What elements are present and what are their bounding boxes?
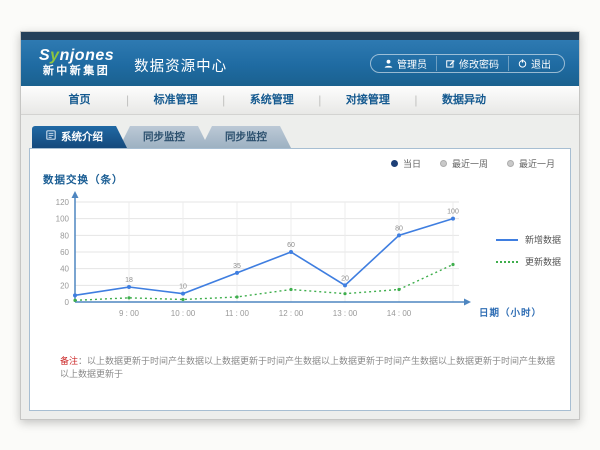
user-toolbar: 管理员 修改密码 退出 — [370, 54, 565, 73]
data-point — [451, 263, 454, 266]
x-tick-label: 11 : 00 — [225, 309, 249, 318]
data-point — [73, 299, 76, 302]
data-point-label: 35 — [233, 263, 241, 270]
radio-unselected-icon — [440, 160, 447, 167]
x-tick-label: 14 : 00 — [387, 309, 412, 318]
note-text: ：以上数据更新于时间产生数据以上数据更新于时间产生数据以上数据更新于时间产生数据… — [60, 356, 555, 379]
legend-updated-data: 更新数据 — [496, 255, 561, 268]
y-tick-label: 80 — [60, 231, 69, 240]
legend-new-data: 新增数据 — [496, 233, 561, 246]
data-point — [343, 283, 347, 287]
range-option-last-week[interactable]: 最近一周 — [440, 157, 488, 170]
data-point — [235, 295, 238, 298]
range-option-last-month[interactable]: 最近一月 — [507, 157, 555, 170]
edit-icon — [446, 59, 455, 68]
tab-label: 同步监控 — [143, 126, 185, 148]
data-point — [343, 292, 346, 295]
y-axis-arrow-icon — [72, 191, 79, 198]
app-window: Synjones 新中新集团 数据资源中心 管理员 修改密码 退出 — [20, 31, 580, 420]
logo-wordmark: Synjones — [39, 48, 114, 65]
radio-selected-icon — [391, 160, 398, 167]
window-top-strip — [21, 32, 579, 40]
solid-line-marker-icon — [496, 239, 518, 241]
x-tick-label: 13 : 00 — [333, 309, 358, 318]
legend-label: 新增数据 — [525, 233, 561, 246]
x-tick-label: 9 : 00 — [119, 309, 140, 318]
page-title: 数据资源中心 — [134, 55, 227, 76]
range-label: 最近一周 — [452, 157, 488, 170]
tab-bar: 系统介绍 同步监控 同步监控 — [32, 126, 571, 148]
tab-label: 同步监控 — [225, 126, 267, 148]
range-label: 当日 — [403, 157, 421, 170]
data-point — [73, 293, 77, 297]
current-user-button[interactable]: 管理员 — [375, 56, 436, 71]
data-exchange-line-chart: 0 20 40 60 80 100 120 9 : 00 10 : 00 11 : 00 12 : … — [43, 188, 559, 324]
chart-x-axis-title: 日期（小时） — [479, 307, 542, 319]
y-tick-label: 120 — [56, 198, 70, 207]
data-point — [451, 217, 455, 221]
logout-label: 退出 — [531, 56, 551, 71]
x-tick-label: 10 : 00 — [171, 309, 196, 318]
app-header: Synjones 新中新集团 数据资源中心 管理员 修改密码 退出 — [21, 40, 579, 86]
data-point — [289, 288, 292, 291]
logo-part: njones — [60, 47, 115, 64]
tab-system-intro[interactable]: 系统介绍 — [32, 126, 127, 148]
nav-item-system[interactable]: 系统管理 — [225, 86, 318, 115]
y-tick-label: 60 — [60, 248, 69, 257]
note-prefix: 备注 — [60, 356, 78, 366]
footer-note: 备注：以上数据更新于时间产生数据以上数据更新于时间产生数据以上数据更新于时间产生… — [60, 355, 560, 380]
data-point — [397, 288, 400, 291]
y-tick-label: 100 — [56, 215, 70, 224]
data-point — [127, 285, 131, 289]
data-point — [289, 250, 293, 254]
data-point-label: 80 — [395, 225, 403, 232]
chart-series-legend: 新增数据 更新数据 — [496, 233, 561, 268]
x-axis-arrow-icon — [464, 299, 471, 306]
logo-subtitle: 新中新集团 — [43, 66, 111, 78]
tab-sync-monitor-1[interactable]: 同步监控 — [119, 126, 209, 148]
document-icon — [46, 126, 56, 148]
data-point — [181, 298, 184, 301]
change-password-button[interactable]: 修改密码 — [436, 56, 508, 71]
chart-y-axis-title: 数据交换（条） — [43, 172, 124, 187]
nav-item-integration[interactable]: 对接管理 — [321, 86, 414, 115]
legend-label: 更新数据 — [525, 255, 561, 268]
logo-part-accent: y — [50, 47, 59, 64]
logout-button[interactable]: 退出 — [508, 56, 560, 71]
x-tick-label: 12 : 00 — [279, 309, 304, 318]
y-tick-label: 0 — [65, 298, 70, 307]
content-area: 系统介绍 同步监控 同步监控 当日 最近一周 — [21, 115, 579, 419]
data-point — [235, 271, 239, 275]
nav-item-standards[interactable]: 标准管理 — [129, 86, 222, 115]
nav-item-home[interactable]: 首页 — [33, 86, 126, 115]
company-logo: Synjones 新中新集团 — [39, 48, 114, 77]
data-point — [397, 233, 401, 237]
chart-panel: 当日 最近一周 最近一月 数据交换（条） 0 20 40 60 80 100 120 9 : … — [29, 148, 571, 411]
tab-label: 系统介绍 — [61, 126, 103, 148]
range-option-today[interactable]: 当日 — [391, 157, 421, 170]
data-point — [181, 292, 185, 296]
power-icon — [518, 59, 527, 68]
dotted-line-marker-icon — [496, 261, 518, 263]
data-point-label: 60 — [287, 242, 295, 249]
nav-item-data-changes[interactable]: 数据异动 — [418, 86, 511, 115]
logo-part: S — [39, 47, 50, 64]
user-icon — [384, 59, 393, 68]
data-point-label: 20 — [341, 275, 349, 282]
data-point-label: 100 — [447, 209, 459, 216]
y-tick-label: 20 — [60, 281, 69, 290]
tab-sync-monitor-2[interactable]: 同步监控 — [201, 126, 291, 148]
data-point-label: 18 — [125, 277, 133, 284]
user-label: 管理员 — [397, 56, 427, 71]
data-point-label: 10 — [179, 284, 187, 291]
radio-unselected-icon — [507, 160, 514, 167]
main-nav: 首页 | 标准管理 | 系统管理 | 对接管理 | 数据异动 — [21, 86, 579, 115]
time-range-selector: 当日 最近一周 最近一月 — [391, 157, 555, 170]
change-password-label: 修改密码 — [459, 56, 499, 71]
range-label: 最近一月 — [519, 157, 555, 170]
y-tick-label: 40 — [60, 265, 69, 274]
data-point — [127, 296, 130, 299]
